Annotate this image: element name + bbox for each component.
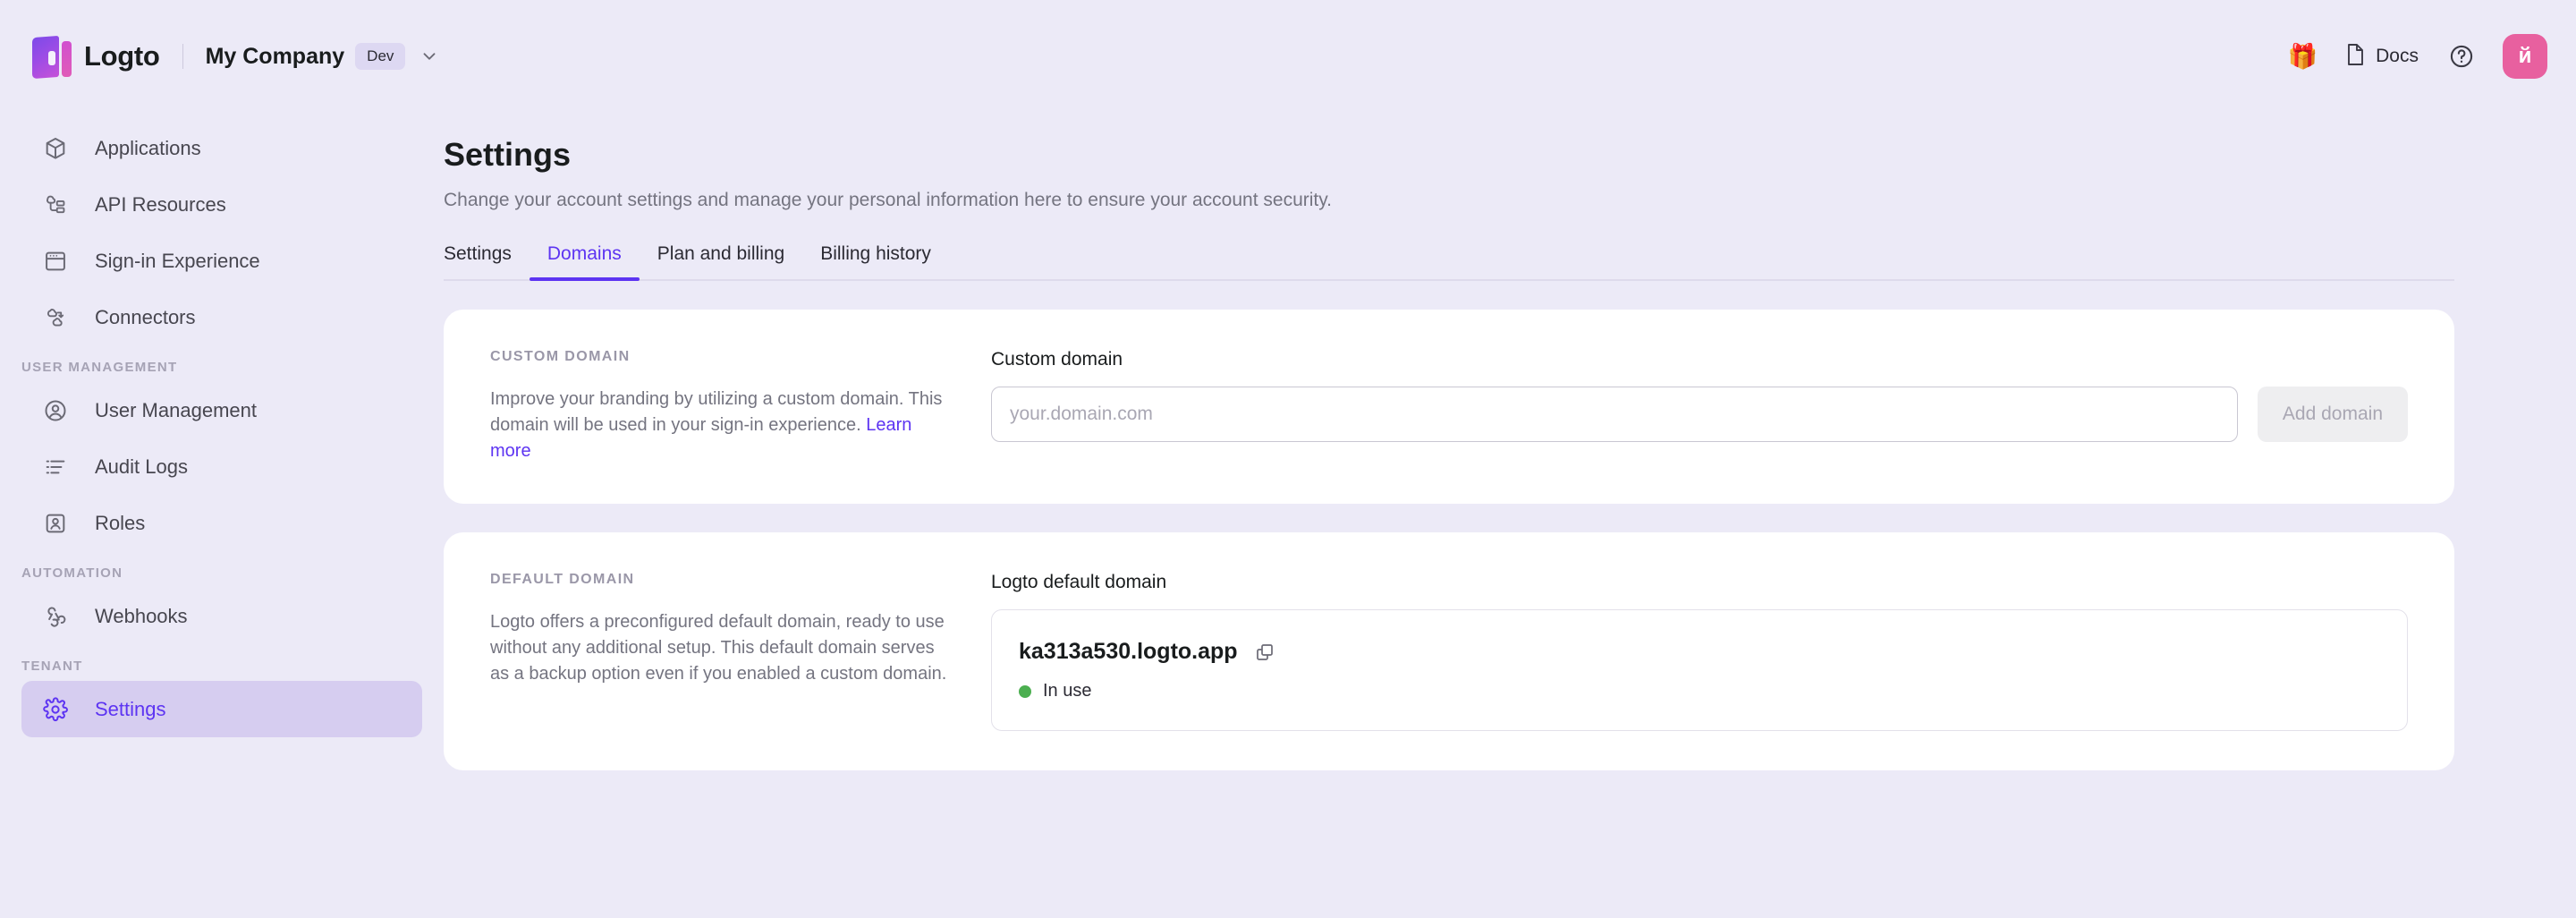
default-domain-row: ka313a530.logto.app	[1019, 639, 2380, 665]
default-domain-box: ka313a530.logto.app In use	[991, 609, 2408, 731]
window-icon	[43, 249, 75, 274]
custom-domain-field-label: Custom domain	[991, 349, 2408, 370]
sidebar-item-label: Connectors	[95, 306, 196, 329]
add-domain-button[interactable]: Add domain	[2258, 387, 2408, 442]
sidebar-item-label: API Resources	[95, 193, 226, 217]
api-resources-icon	[43, 192, 75, 217]
sidebar-item-settings[interactable]: Settings	[21, 681, 422, 737]
copy-icon[interactable]	[1254, 642, 1275, 663]
tab-settings[interactable]: Settings	[426, 243, 530, 279]
custom-domain-card-left: CUSTOM DOMAIN Improve your branding by u…	[490, 349, 991, 464]
sidebar-item-sign-in-experience[interactable]: Sign-in Experience	[21, 233, 422, 289]
custom-domain-eyebrow: CUSTOM DOMAIN	[490, 349, 948, 365]
chevron-down-icon[interactable]	[419, 47, 439, 66]
custom-domain-field-row: Add domain	[991, 387, 2408, 442]
logo-text: Logto	[84, 40, 160, 72]
sidebar-item-webhooks[interactable]: Webhooks	[21, 588, 422, 644]
avatar-initial: й	[2519, 44, 2532, 69]
tab-plan-and-billing[interactable]: Plan and billing	[640, 243, 802, 279]
gear-icon	[43, 697, 75, 722]
top-bar-actions: 🎁 Docs й	[2288, 34, 2547, 79]
document-icon	[2344, 43, 2366, 71]
help-circle-icon[interactable]	[2449, 44, 2474, 69]
brand[interactable]: Logto	[32, 35, 160, 78]
default-domain-eyebrow: DEFAULT DOMAIN	[490, 572, 948, 588]
sidebar-item-label: Applications	[95, 137, 201, 160]
sidebar-item-user-management[interactable]: User Management	[21, 382, 422, 438]
default-domain-field-label: Logto default domain	[991, 572, 2408, 593]
custom-domain-card-right: Custom domain Add domain	[991, 349, 2408, 464]
sidebar-item-label: User Management	[95, 399, 257, 422]
sidebar-item-api-resources[interactable]: API Resources	[21, 176, 422, 233]
tenant-switcher[interactable]: My Company Dev	[206, 43, 440, 70]
page-title: Settings	[444, 136, 2454, 174]
connectors-icon	[43, 305, 75, 330]
status-badge: In use	[1043, 681, 1091, 701]
default-domain-card-right: Logto default domain ka313a530.logto.app…	[991, 572, 2408, 731]
tab-bar: Settings Domains Plan and billing Billin…	[444, 243, 2454, 281]
custom-domain-input[interactable]	[991, 387, 2238, 442]
gift-icon[interactable]: 🎁	[2288, 45, 2318, 69]
company-name: My Company	[206, 44, 345, 70]
roles-icon	[43, 511, 75, 536]
default-domain-name: ka313a530.logto.app	[1019, 639, 1238, 665]
logto-logo-icon	[32, 35, 72, 78]
sidebar-item-label: Audit Logs	[95, 455, 188, 479]
sidebar-item-applications[interactable]: Applications	[21, 120, 422, 176]
sidebar-section-automation: AUTOMATION	[21, 565, 444, 581]
sidebar: Applications API Resources Sign-in Exper…	[0, 113, 444, 918]
sidebar-item-label: Sign-in Experience	[95, 250, 260, 273]
docs-label: Docs	[2376, 46, 2419, 67]
default-domain-card: DEFAULT DOMAIN Logto offers a preconfigu…	[444, 532, 2454, 770]
webhook-icon	[43, 604, 75, 629]
top-bar: Logto My Company Dev 🎁 Docs й	[0, 0, 2576, 113]
sidebar-section-tenant: TENANT	[21, 659, 444, 674]
default-domain-status: In use	[1019, 681, 2380, 701]
docs-link[interactable]: Docs	[2344, 43, 2419, 71]
sidebar-section-user-management: USER MANAGEMENT	[21, 360, 444, 375]
cube-icon	[43, 136, 75, 161]
list-icon	[43, 455, 75, 480]
sidebar-item-connectors[interactable]: Connectors	[21, 289, 422, 345]
main-content: Settings Change your account settings an…	[444, 113, 2576, 918]
status-dot-icon	[1019, 685, 1031, 698]
tab-domains[interactable]: Domains	[530, 243, 640, 279]
sidebar-item-label: Settings	[95, 698, 166, 721]
user-circle-icon	[43, 398, 75, 423]
env-badge: Dev	[355, 43, 405, 70]
custom-domain-card: CUSTOM DOMAIN Improve your branding by u…	[444, 310, 2454, 504]
sidebar-item-label: Webhooks	[95, 605, 188, 628]
sidebar-item-label: Roles	[95, 512, 145, 535]
sidebar-item-audit-logs[interactable]: Audit Logs	[21, 438, 422, 495]
avatar[interactable]: й	[2503, 34, 2547, 79]
custom-domain-description: Improve your branding by utilizing a cus…	[490, 387, 948, 464]
page-subtitle: Change your account settings and manage …	[444, 190, 2454, 211]
default-domain-card-left: DEFAULT DOMAIN Logto offers a preconfigu…	[490, 572, 991, 731]
tab-billing-history[interactable]: Billing history	[802, 243, 949, 279]
brand-divider	[182, 44, 183, 69]
default-domain-description: Logto offers a preconfigured default dom…	[490, 609, 948, 687]
sidebar-item-roles[interactable]: Roles	[21, 495, 422, 551]
